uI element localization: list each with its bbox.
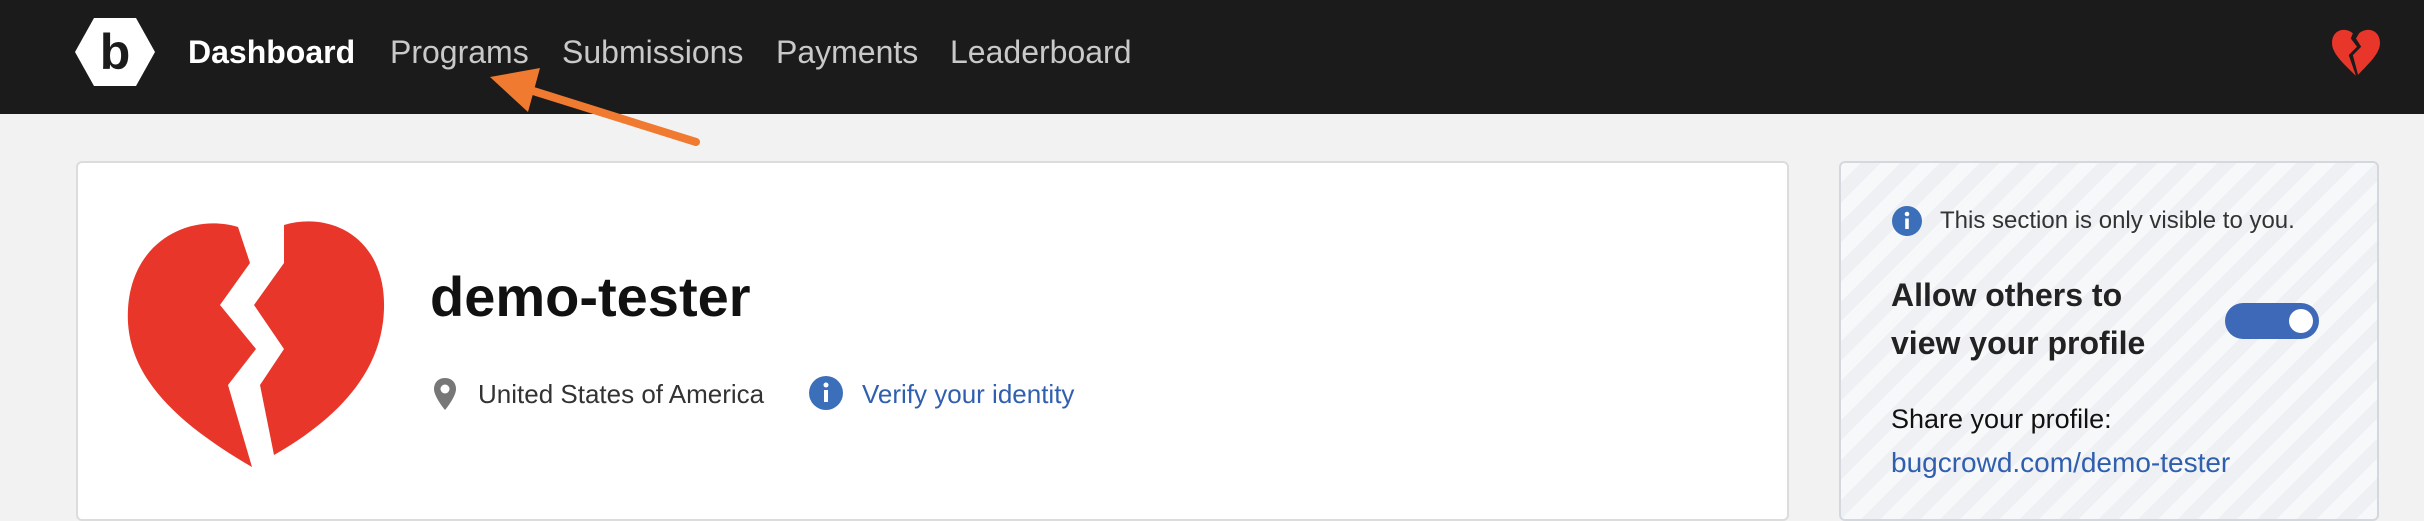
info-icon bbox=[1892, 206, 1922, 236]
nav-item-programs[interactable]: Programs bbox=[390, 30, 529, 74]
broken-heart-icon bbox=[127, 221, 385, 467]
info-icon bbox=[809, 376, 843, 410]
bugcrowd-logo[interactable]: b bbox=[74, 16, 156, 88]
location-pin-icon bbox=[434, 378, 456, 410]
nav-item-leaderboard[interactable]: Leaderboard bbox=[950, 30, 1131, 74]
location-text: United States of America bbox=[478, 379, 765, 409]
allow-profile-view-label: Allow others to view your profile bbox=[1891, 277, 2146, 361]
top-navbar: b Dashboard Programs Submissions Payment… bbox=[0, 0, 2424, 114]
logo-letter: b bbox=[100, 24, 131, 80]
nav-item-submissions[interactable]: Submissions bbox=[562, 30, 743, 74]
profile-visibility-toggle[interactable] bbox=[2225, 303, 2319, 339]
verify-identity-link[interactable]: Verify your identity bbox=[862, 377, 1074, 411]
nav-item-payments[interactable]: Payments bbox=[776, 30, 918, 74]
toggle-knob bbox=[2289, 309, 2313, 333]
username: demo-tester bbox=[430, 265, 751, 328]
broken-heart-icon[interactable] bbox=[2330, 26, 2382, 78]
share-profile-label: Share your profile: bbox=[1891, 404, 2112, 434]
nav-item-dashboard[interactable]: Dashboard bbox=[188, 30, 355, 74]
share-profile-link[interactable]: bugcrowd.com/demo-tester bbox=[1891, 445, 2230, 481]
visibility-note: This section is only visible to you. bbox=[1940, 207, 2295, 234]
profile-card: demo-tester United States of America Ver… bbox=[76, 161, 1789, 521]
profile-visibility-panel: This section is only visible to you. All… bbox=[1839, 161, 2379, 521]
